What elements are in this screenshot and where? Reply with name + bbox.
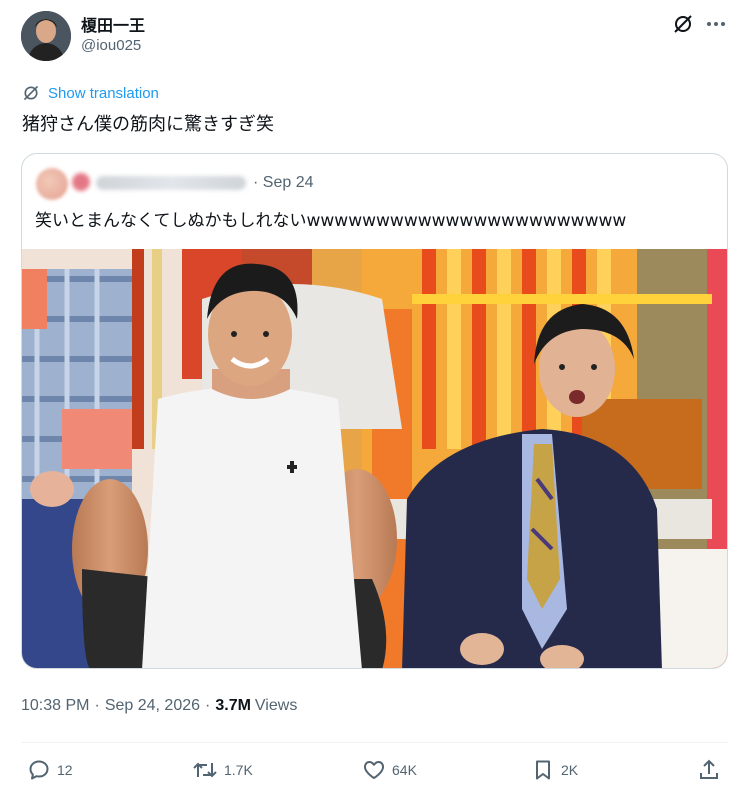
like-count: 64K	[392, 762, 417, 778]
more-icon	[707, 22, 725, 26]
bookmark-button[interactable]: 2K	[531, 756, 578, 784]
views-count: 3.7M	[215, 697, 251, 714]
bookmark-icon	[536, 760, 550, 780]
quoted-author-blurred	[96, 176, 246, 190]
grok-icon	[674, 15, 692, 33]
tweet-meta: 10:38 PM · Sep 24, 2026 · 3.7M Views	[21, 697, 298, 715]
bookmark-count: 2K	[561, 762, 579, 778]
show-translation-link[interactable]: Show translation	[22, 83, 159, 103]
quoted-date: · Sep 24	[253, 174, 314, 191]
reply-count: 12	[57, 762, 73, 778]
share-button[interactable]	[697, 756, 721, 784]
divider	[21, 742, 728, 743]
tweet-date[interactable]: Sep 24, 2026	[105, 697, 200, 715]
tweet-time[interactable]: 10:38 PM	[21, 697, 89, 715]
avatar[interactable]	[21, 11, 71, 61]
quoted-tweet[interactable]: · Sep 24 笑いとまんなくてしぬかもしれないwwwwwwwwwwwwwww…	[21, 153, 728, 669]
repost-count: 1.7K	[224, 762, 253, 778]
reply-icon	[29, 760, 49, 780]
quoted-media-image[interactable]	[22, 249, 727, 668]
author-handle[interactable]: @iou025	[81, 37, 141, 54]
repost-button[interactable]: 1.7K	[192, 756, 253, 784]
like-button[interactable]: 64K	[362, 756, 417, 784]
grok-button[interactable]	[671, 12, 695, 36]
views-label: Views	[254, 697, 298, 714]
translate-icon	[23, 85, 39, 101]
tweet-text: 猪狩さん僕の筋肉に驚きすぎ笑	[22, 114, 274, 135]
repost-icon	[193, 762, 217, 778]
author-name[interactable]: 榎田一王	[81, 12, 145, 36]
more-button[interactable]	[703, 12, 729, 36]
quoted-avatar	[36, 168, 68, 200]
share-icon	[700, 759, 718, 779]
like-icon	[363, 761, 385, 779]
quoted-text: 笑いとまんなくてしぬかもしれないwwwwwwwwwwwwwwwwwwwwwww	[35, 211, 627, 231]
reply-button[interactable]: 12	[27, 756, 73, 784]
show-translation-label: Show translation	[48, 84, 159, 102]
quoted-avatar-blur	[72, 173, 90, 191]
